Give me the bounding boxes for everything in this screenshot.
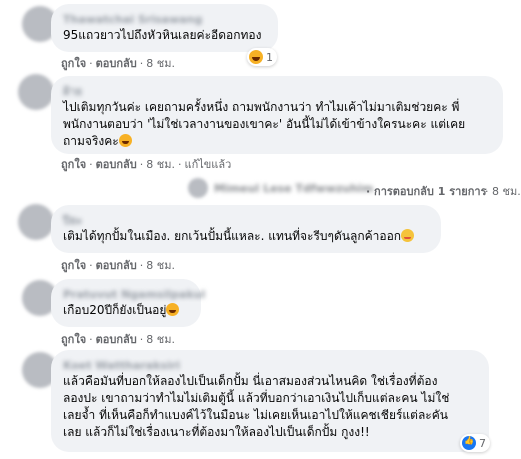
- comment-text: ถามจริงคะ: [63, 133, 491, 150]
- flushed-emoji-icon: [401, 229, 415, 242]
- timestamp[interactable]: 8 ชม.: [146, 333, 175, 346]
- comment-text: เติมได้ทุกปั้มในเมือง. ยกเว้นปั้มนี้แหละ…: [63, 228, 429, 245]
- comment-text: ไปเติมทุกวันค่ะ เคยถามครั้งหนึ่ง ถามพนัก…: [63, 100, 460, 114]
- commenter-name[interactable]: Koet Wattharaksiri: [63, 358, 477, 373]
- reply-button[interactable]: ตอบกลับ: [96, 57, 137, 70]
- timestamp[interactable]: 8 ชม.: [146, 259, 175, 272]
- like-button[interactable]: ถูกใจ: [61, 333, 86, 346]
- replier-name: Mimeul Lese Tdfwwzuhim: [214, 182, 374, 195]
- comment-text: เกือบ20ปีก็ยังเป็นอยู่: [63, 302, 189, 319]
- comment-bubble: ปิยะ เติมได้ทุกปั้มในเมือง. ยกเว้นปั้มนี…: [51, 205, 441, 253]
- reaction-number: 1: [266, 50, 273, 64]
- haha-emoji-icon: [249, 50, 263, 64]
- timestamp[interactable]: 8 ชม.: [146, 57, 175, 70]
- avatar[interactable]: [18, 74, 54, 110]
- like-button[interactable]: ถูกใจ: [61, 158, 86, 171]
- reaction-count[interactable]: 7: [460, 434, 490, 452]
- commenter-name[interactable]: ฝ้าย: [63, 84, 491, 99]
- view-replies-row[interactable]: Mimeul Lese Tdfwwzuhim · การตอบกลับ 1 รา…: [188, 178, 521, 200]
- comment-actions: ถูกใจ · ตอบกลับ · 8 ชม.: [61, 333, 175, 346]
- comment-text: พนักงานตอบว่า 'ไม่ใช่เวลางานของเขาคะ' อั…: [63, 117, 466, 131]
- like-button[interactable]: ถูกใจ: [61, 57, 86, 70]
- reply-count-link[interactable]: · การตอบกลับ 1 รายการ: [366, 182, 486, 200]
- commenter-name[interactable]: ปิยะ: [63, 213, 429, 228]
- reply-button[interactable]: ตอบกลับ: [96, 259, 137, 272]
- edited-label[interactable]: แก้ไขแล้ว: [184, 158, 231, 171]
- reply-button[interactable]: ตอบกลับ: [96, 333, 137, 346]
- comment-actions: ถูกใจ · ตอบกลับ · 8 ชม. · แก้ไขแล้ว: [61, 158, 232, 171]
- laughing-emoji-icon: [166, 303, 180, 316]
- comment-bubble: ฝ้าย ไปเติมทุกวันค่ะ เคยถามครั้งหนึ่ง ถา…: [51, 76, 503, 154]
- like-button[interactable]: ถูกใจ: [61, 259, 86, 272]
- commenter-name[interactable]: Thawatchai Srisawang: [63, 12, 266, 27]
- comment-text: เลยจ้ำ ที่เห็นคือก็ทำแบงค์ไว้ในมือนะ ไม่…: [63, 408, 448, 422]
- reaction-count[interactable]: 1: [247, 48, 277, 66]
- comment-bubble: Koet Wattharaksiri แล้วคือมันที่บอกให้ลอ…: [51, 350, 489, 452]
- comment-actions: ถูกใจ · ตอบกลับ · 8 ชม.: [61, 259, 175, 272]
- avatar[interactable]: [18, 204, 54, 240]
- comment-actions: ถูกใจ · ตอบกลับ · 8 ชม.: [61, 57, 175, 70]
- comment-text: เลย แล้วก็ไม่ใช่เรื่องเนาะที่ต้องมาให้ลอ…: [63, 425, 370, 439]
- reaction-number: 7: [479, 436, 486, 450]
- reply-timestamp: · 8 ชม.: [485, 185, 521, 198]
- comment-bubble: Thawatchai Srisawang 95แถวยาวไปถึงหัวหิน…: [51, 4, 278, 52]
- commenter-name[interactable]: Pratuvut Ngamsilpakul: [63, 287, 205, 302]
- comment-text: 95แถวยาวไปถึงหัวหินเลยค่ะอีดอกทอง: [63, 28, 262, 42]
- reply-avatar: [188, 178, 208, 198]
- comment-text: แล้วคือมันที่บอกให้ลองไปเป็นเด็กปั้ม นี่…: [63, 374, 438, 388]
- comment-bubble: Pratuvut Ngamsilpakul เกือบ20ปีก็ยังเป็น…: [51, 279, 205, 327]
- comment-text: ลองปะ เขาถามว่าทำไมไม่เติมตู้นี้ แล้วที่…: [63, 391, 450, 405]
- timestamp[interactable]: 8 ชม.: [146, 158, 175, 171]
- reply-button[interactable]: ตอบกลับ: [96, 158, 137, 171]
- laughing-emoji-icon: [118, 134, 132, 147]
- like-reaction-icon: [462, 436, 476, 450]
